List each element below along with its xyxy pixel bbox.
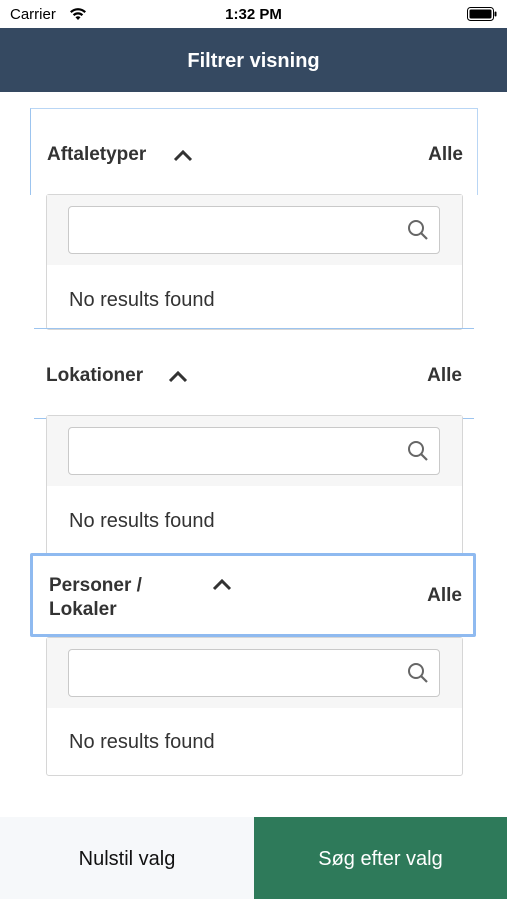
search-icon xyxy=(408,663,428,683)
section-title: Personer / Lokaler xyxy=(49,574,142,622)
chevron-up-icon[interactable] xyxy=(172,149,194,163)
status-time: 1:32 PM xyxy=(225,6,282,23)
empty-results-text: No results found xyxy=(69,510,215,532)
filter-panel-lokationer: No results found xyxy=(46,415,463,554)
search-field[interactable] xyxy=(68,649,440,697)
section-title: Lokationer xyxy=(46,365,144,386)
section-selected-value[interactable]: Alle xyxy=(427,585,462,607)
search-icon xyxy=(408,441,428,461)
chevron-up-icon[interactable] xyxy=(167,370,189,384)
search-input[interactable] xyxy=(69,207,409,251)
search-input[interactable] xyxy=(69,428,409,472)
search-icon xyxy=(408,220,428,240)
section-header-aftaletyper[interactable]: Aftaletyper Alle xyxy=(30,108,478,195)
search-selection-button[interactable]: Søg efter valg xyxy=(254,817,507,899)
search-input[interactable] xyxy=(69,650,409,694)
reset-selection-button[interactable]: Nulstil valg xyxy=(0,817,254,899)
page-title: Filtrer visning xyxy=(187,50,320,72)
chevron-up-icon[interactable] xyxy=(211,578,233,592)
section-selected-value[interactable]: Alle xyxy=(428,144,463,166)
section-header-personer-lokaler[interactable]: Personer / Lokaler Alle xyxy=(30,553,476,637)
nav-bar: Filtrer visning xyxy=(0,28,507,92)
battery-icon xyxy=(467,7,497,21)
section-selected-value[interactable]: Alle xyxy=(427,365,462,387)
filter-panel-personer-lokaler: No results found xyxy=(46,637,463,776)
filter-panel-aftaletyper: No results found xyxy=(46,194,463,330)
section-title: Aftaletyper xyxy=(47,144,147,165)
search-field[interactable] xyxy=(68,427,440,475)
empty-results-text: No results found xyxy=(69,731,215,753)
divider xyxy=(34,328,474,329)
section-title-line1: Personer / xyxy=(49,575,142,596)
empty-results-text: No results found xyxy=(69,289,215,311)
status-bar: Carrier 1:32 PM xyxy=(0,0,507,28)
section-title-line2: Lokaler xyxy=(49,599,117,620)
section-header-lokationer[interactable]: Lokationer Alle xyxy=(30,332,476,418)
search-field[interactable] xyxy=(68,206,440,254)
